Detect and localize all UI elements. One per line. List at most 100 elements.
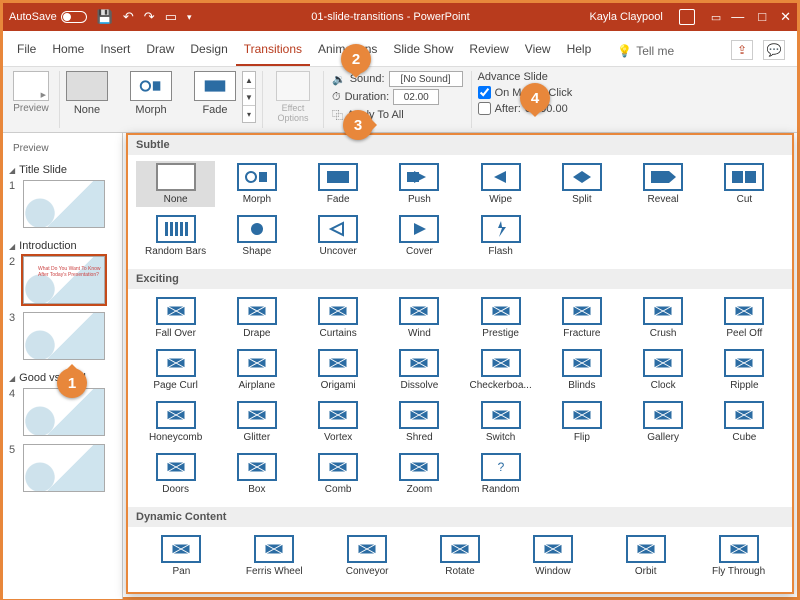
tell-me-search[interactable]: 💡 Tell me [609,38,682,66]
slide-thumb-row[interactable]: 1 [5,178,120,234]
user-name[interactable]: Kayla Claypool [589,11,662,23]
slide-thumb-row[interactable]: 3 [5,310,120,366]
undo-icon[interactable]: ↶ [123,9,134,25]
transition-prestige[interactable]: Prestige [461,295,540,341]
transition-rotate[interactable]: Rotate [415,533,506,579]
transition-flythrough[interactable]: Fly Through [693,533,784,579]
transition-uncover[interactable]: Uncover [299,213,378,259]
slide-thumb-row[interactable]: 2What Do You Want To Know After Today's … [5,254,120,310]
minimize-icon[interactable]: — [731,9,744,25]
autosave-toggle[interactable]: AutoSave [9,11,87,23]
tab-review[interactable]: Review [461,36,516,66]
transition-dissolve[interactable]: Dissolve [380,347,459,393]
share-button[interactable]: ⇪ [731,40,753,60]
section-header[interactable]: Introduction [5,234,120,254]
transition-reveal[interactable]: Reveal [624,161,703,207]
tab-file[interactable]: File [9,36,44,66]
transition-cut[interactable]: Cut [705,161,784,207]
transition-cover[interactable]: Cover [380,213,459,259]
document-name: 01-slide-transitions [311,11,403,23]
transition-origami[interactable]: Origami [299,347,378,393]
after-input[interactable] [478,102,491,115]
transition-morph[interactable]: Morph [217,161,296,207]
comments-button[interactable]: 💬 [763,40,785,60]
autosave-switch-icon[interactable] [61,11,87,23]
transition-window[interactable]: Window [507,533,598,579]
duration-input[interactable]: 02.00 [393,89,439,105]
transition-honeycomb[interactable]: Honeycomb [136,399,215,445]
gallery-item-fade[interactable]: Fade [194,71,236,116]
section-header[interactable]: Title Slide [5,158,120,178]
save-icon[interactable]: 💾 [97,9,113,25]
transition-fracture[interactable]: Fracture [542,295,621,341]
transition-flash[interactable]: Flash [461,213,540,259]
user-avatar-icon[interactable] [679,9,695,25]
transition-glitter[interactable]: Glitter [217,399,296,445]
transition-switch[interactable]: Switch [461,399,540,445]
gallery-more-icon[interactable]: ▾ [243,106,255,122]
transition-randombars[interactable]: Random Bars [136,213,215,259]
transition-label: Wipe [489,194,512,205]
transition-random[interactable]: ?Random [461,451,540,497]
tab-slide-show[interactable]: Slide Show [385,36,461,66]
transition-label: Checkerboa... [469,380,531,391]
on-mouse-click-input[interactable] [478,86,491,99]
tab-insert[interactable]: Insert [92,36,138,66]
slide-thumbnail[interactable] [23,180,105,228]
transition-wind[interactable]: Wind [380,295,459,341]
tab-home[interactable]: Home [44,36,92,66]
transition-flip[interactable]: Flip [542,399,621,445]
ribbon-options-icon[interactable]: ▭ [711,11,721,24]
gallery-item-none[interactable]: None [66,71,108,116]
tab-view[interactable]: View [517,36,559,66]
transition-shape[interactable]: Shape [217,213,296,259]
slide-thumbnail[interactable] [23,444,105,492]
close-icon[interactable]: ✕ [780,9,791,25]
transition-airplane[interactable]: Airplane [217,347,296,393]
gallery-item-morph[interactable]: Morph [130,71,172,116]
transition-orbit[interactable]: Orbit [600,533,691,579]
tab-help[interactable]: Help [559,36,600,66]
gallery-up-icon[interactable]: ▲ [243,72,255,89]
slide-thumb-row[interactable]: 5 [5,442,120,498]
transition-checker[interactable]: Checkerboa... [461,347,540,393]
redo-icon[interactable]: ↷ [144,9,155,25]
transition-split[interactable]: Split [542,161,621,207]
transition-pan[interactable]: Pan [136,533,227,579]
transition-shred[interactable]: Shred [380,399,459,445]
gallery-down-icon[interactable]: ▼ [243,89,255,106]
transition-gallery[interactable]: Gallery [624,399,703,445]
transition-push[interactable]: Push [380,161,459,207]
transition-crush[interactable]: Crush [624,295,703,341]
transition-doors[interactable]: Doors [136,451,215,497]
dissolve-icon [399,349,439,377]
transition-peeloff[interactable]: Peel Off [705,295,784,341]
tab-design[interactable]: Design [182,36,235,66]
gallery-scroll[interactable]: ▲ ▼ ▾ [242,71,256,123]
transition-comb[interactable]: Comb [299,451,378,497]
tab-draw[interactable]: Draw [138,36,182,66]
transition-fallover[interactable]: Fall Over [136,295,215,341]
transition-conveyor[interactable]: Conveyor [322,533,413,579]
transition-pagecurl[interactable]: Page Curl [136,347,215,393]
preview-button[interactable]: Preview [13,71,49,114]
transition-drape[interactable]: Drape [217,295,296,341]
start-show-icon[interactable]: ▭ [165,9,177,25]
transition-blinds[interactable]: Blinds [542,347,621,393]
transition-ferris[interactable]: Ferris Wheel [229,533,320,579]
transition-vortex[interactable]: Vortex [299,399,378,445]
transition-fade[interactable]: Fade [299,161,378,207]
slide-thumbnail[interactable]: What Do You Want To Know After Today's P… [23,256,105,304]
transition-box[interactable]: Box [217,451,296,497]
sound-select[interactable]: [No Sound] [389,71,463,87]
transition-clock[interactable]: Clock [624,347,703,393]
transition-wipe[interactable]: Wipe [461,161,540,207]
slide-thumbnail[interactable] [23,312,105,360]
transition-none[interactable]: None [136,161,215,207]
transition-ripple[interactable]: Ripple [705,347,784,393]
maximize-icon[interactable]: □ [758,9,766,25]
transition-zoom[interactable]: Zoom [380,451,459,497]
tab-transitions[interactable]: Transitions [236,36,310,66]
transition-curtains[interactable]: Curtains [299,295,378,341]
transition-cube[interactable]: Cube [705,399,784,445]
